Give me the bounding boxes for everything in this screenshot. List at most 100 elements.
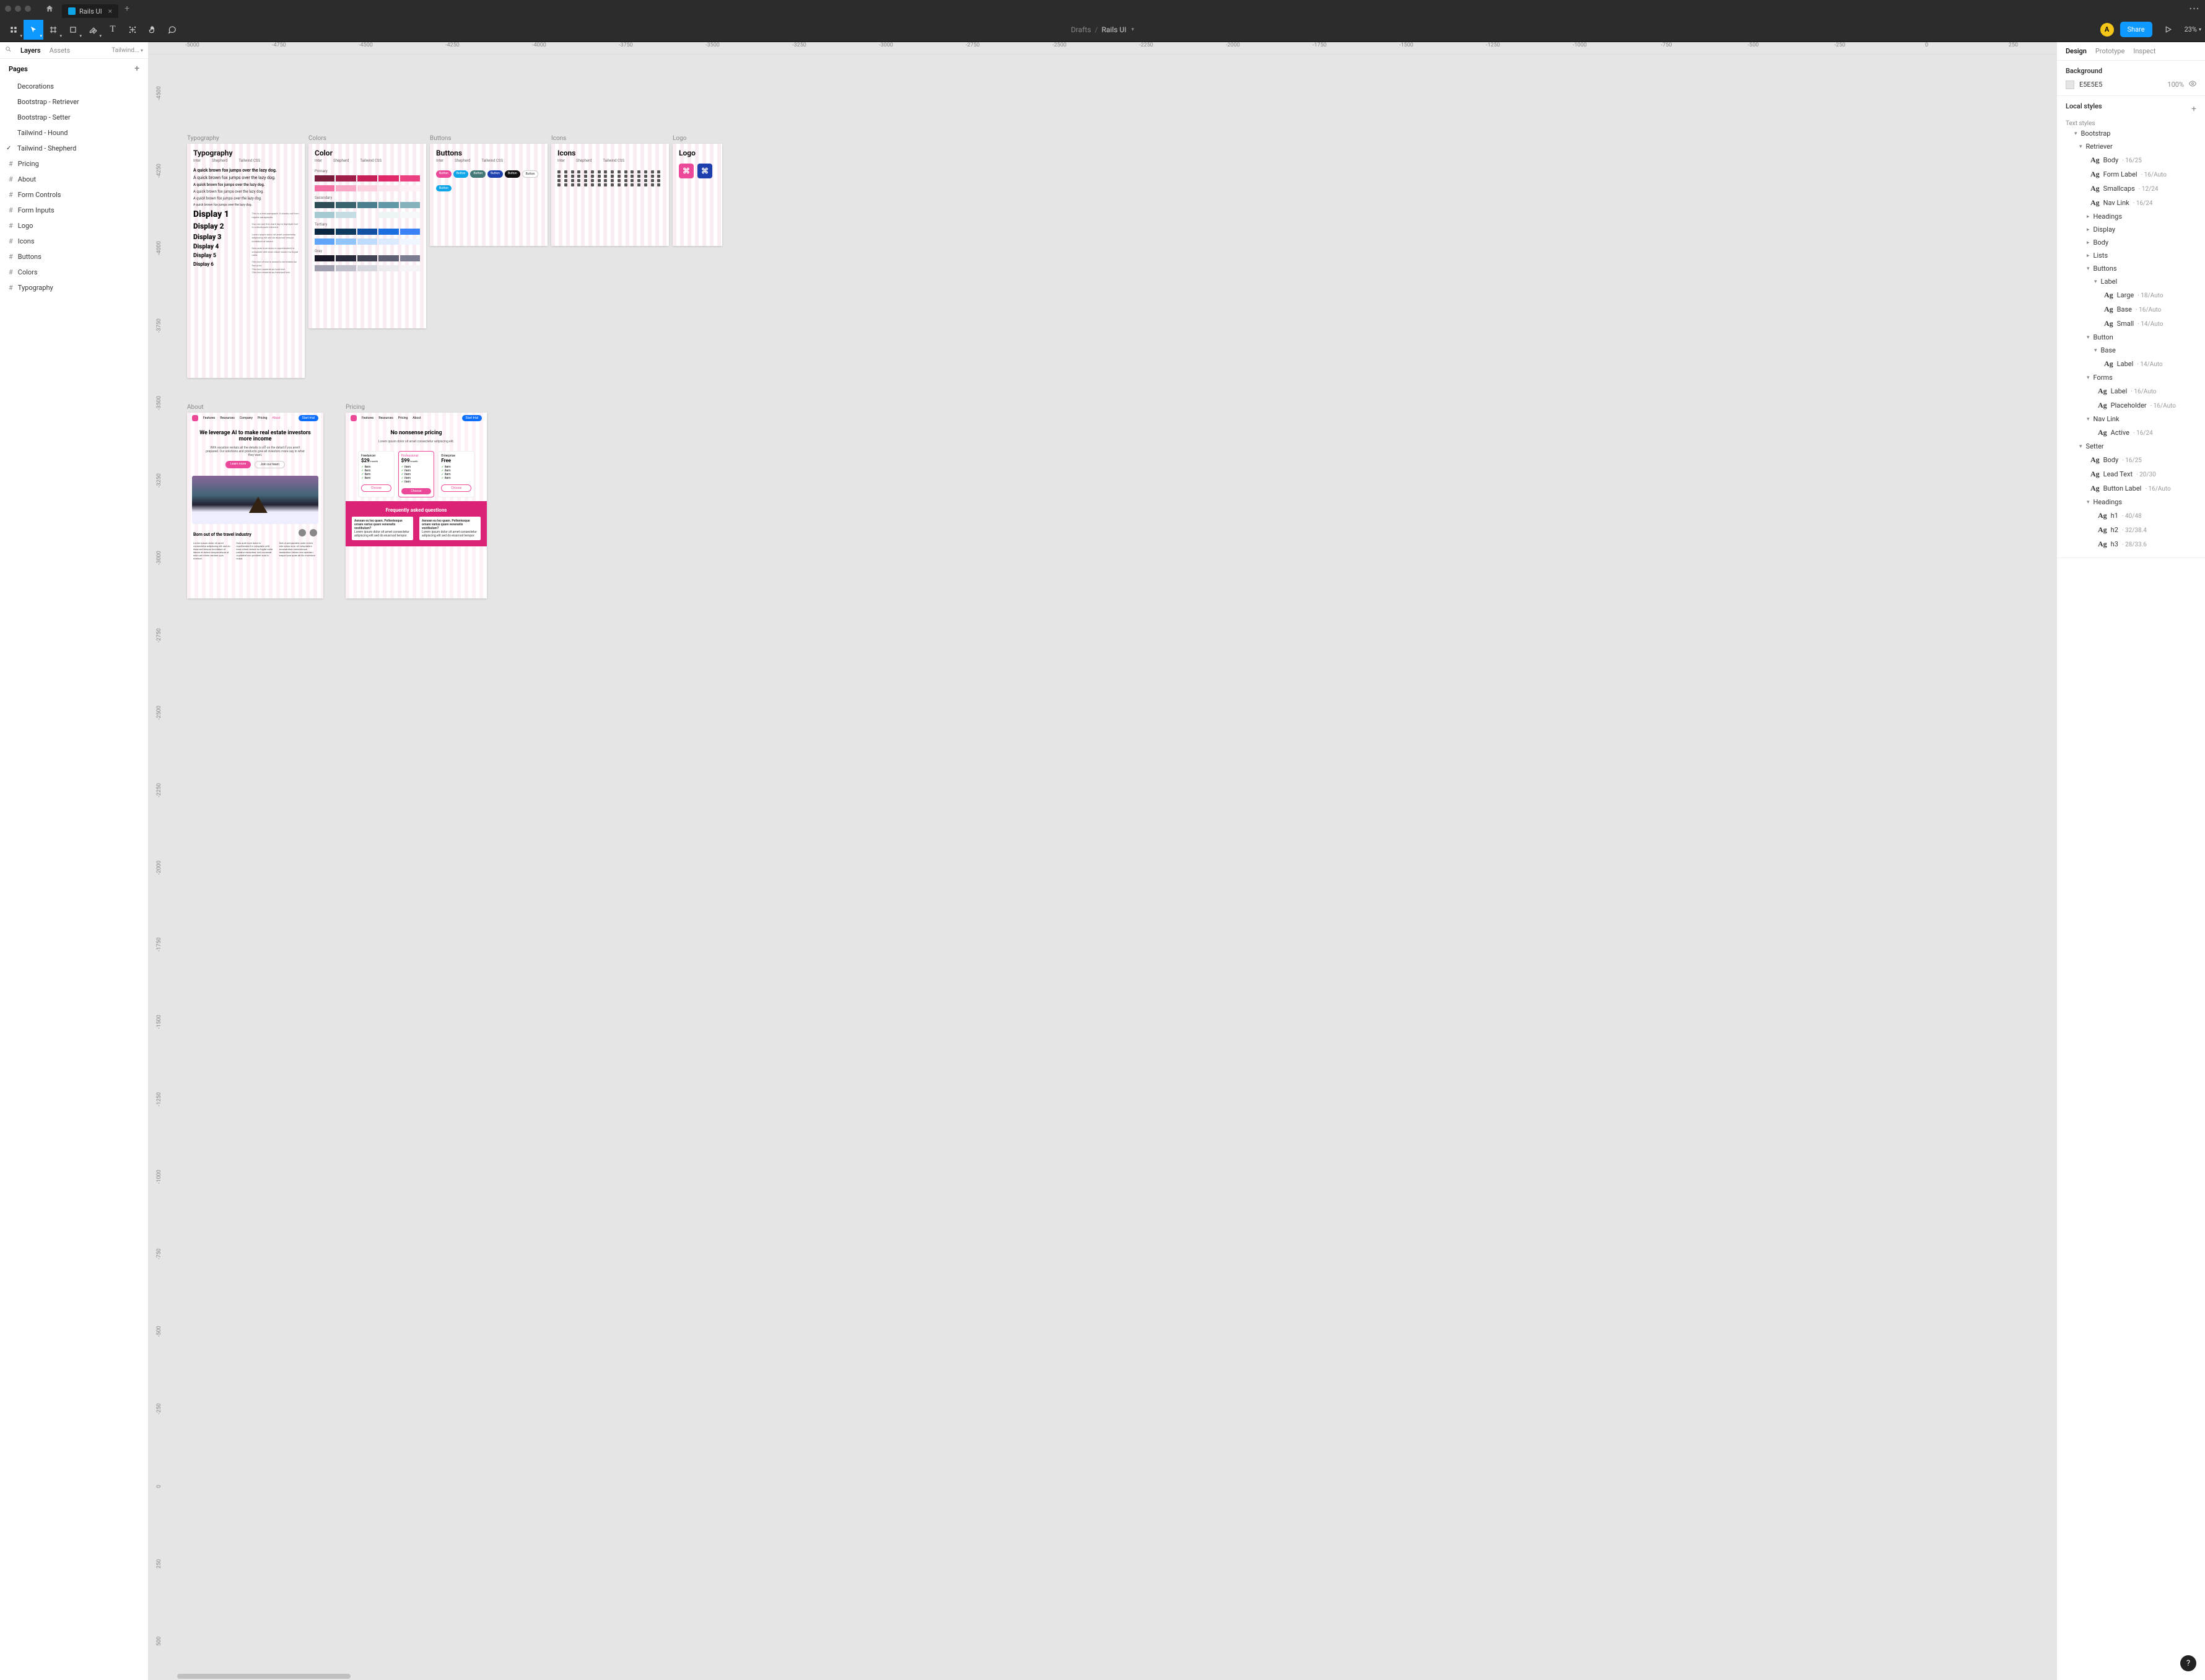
- canvas[interactable]: Typography Typography InterShepherdTailw…: [162, 55, 2056, 1680]
- titlebar: Rails UI × + •••: [0, 0, 2205, 17]
- toolbar: ▾ ▾ ▾ ▾ ▾ T Drafts / Rails UI ▾ A Share …: [0, 17, 2205, 42]
- color-opacity[interactable]: 100%: [2167, 81, 2184, 89]
- right-panel: Design Prototype Inspect Background E5E5…: [2056, 42, 2205, 1680]
- artboard-logo[interactable]: Logo ⌘ ⌘: [673, 144, 722, 246]
- shape-tool[interactable]: ▾: [63, 20, 83, 40]
- style-group[interactable]: ▸Display: [2066, 223, 2196, 236]
- text-style[interactable]: AgSmall· 14/Auto: [2066, 317, 2196, 331]
- page-item[interactable]: Bootstrap - Setter: [0, 110, 148, 125]
- text-style[interactable]: Agh3· 28/33.6: [2066, 537, 2196, 551]
- style-group[interactable]: ▸Body: [2066, 236, 2196, 249]
- more-menu[interactable]: •••: [2190, 5, 2200, 13]
- artboard-colors[interactable]: Color InterShepherdTailwind CSS Primary …: [308, 144, 426, 328]
- style-group[interactable]: ▾Nav Link: [2066, 413, 2196, 426]
- style-group[interactable]: ▾Button: [2066, 331, 2196, 344]
- file-tab[interactable]: Rails UI ×: [62, 4, 118, 18]
- help-button[interactable]: ?: [2180, 1655, 2196, 1671]
- page-item[interactable]: ✓Tailwind - Shepherd: [0, 141, 148, 156]
- close-icon[interactable]: ×: [108, 7, 112, 15]
- breadcrumb[interactable]: Drafts / Rails UI ▾: [1071, 25, 1134, 34]
- text-style[interactable]: AgBody· 16/25: [2066, 453, 2196, 467]
- chevron-down-icon: ▾: [1131, 27, 1134, 33]
- zoom-control[interactable]: 23%▾: [2185, 25, 2201, 33]
- share-button[interactable]: Share: [2120, 22, 2152, 37]
- page-item[interactable]: Tailwind - Hound: [0, 125, 148, 141]
- canvas-area[interactable]: -5000-4750-4500-4250-4000-3750-3500-3250…: [149, 42, 2056, 1680]
- tab-design[interactable]: Design: [2066, 47, 2087, 55]
- text-style[interactable]: AgActive· 16/24: [2066, 426, 2196, 440]
- left-panel: Layers Assets Tailwind... ▾ Pages + Deco…: [0, 42, 149, 1680]
- text-tool[interactable]: T: [103, 20, 123, 40]
- text-style[interactable]: AgPlaceholder· 16/Auto: [2066, 398, 2196, 413]
- style-group[interactable]: ▾Headings: [2066, 496, 2196, 509]
- style-group[interactable]: ▾Label: [2066, 275, 2196, 288]
- text-style[interactable]: AgForm Label· 16/Auto: [2066, 167, 2196, 182]
- pen-tool[interactable]: ▾: [83, 20, 103, 40]
- text-style[interactable]: AgLabel· 16/Auto: [2066, 384, 2196, 398]
- text-style[interactable]: AgSmallcaps· 12/24: [2066, 182, 2196, 196]
- layer-item[interactable]: #Colors: [0, 265, 148, 280]
- window-controls[interactable]: [5, 6, 31, 12]
- icons-grid: [551, 167, 669, 190]
- main-menu[interactable]: ▾: [4, 20, 24, 40]
- text-style[interactable]: AgButton Label· 16/Auto: [2066, 481, 2196, 496]
- layer-item[interactable]: #Pricing: [0, 156, 148, 172]
- add-style-button[interactable]: +: [2191, 104, 2196, 114]
- avatar[interactable]: A: [2100, 23, 2114, 37]
- color-hex[interactable]: E5E5E5: [2079, 81, 2162, 89]
- text-style[interactable]: AgLabel· 14/Auto: [2066, 357, 2196, 371]
- frame-label[interactable]: Typography: [187, 135, 219, 142]
- new-tab-button[interactable]: +: [124, 4, 129, 14]
- style-group[interactable]: ▾Bootstrap: [2066, 127, 2196, 140]
- search-icon[interactable]: [5, 46, 12, 55]
- page-item[interactable]: Decorations: [0, 79, 148, 94]
- style-group[interactable]: ▾Forms: [2066, 371, 2196, 384]
- tab-layers[interactable]: Layers: [20, 46, 41, 55]
- artboard-icons[interactable]: Icons InterShepherdTailwind CSS: [551, 144, 669, 246]
- visibility-icon[interactable]: [2189, 80, 2196, 89]
- style-group[interactable]: ▾Setter: [2066, 440, 2196, 453]
- comment-tool[interactable]: [162, 20, 182, 40]
- text-style[interactable]: AgBody· 16/25: [2066, 153, 2196, 167]
- artboard-typography[interactable]: Typography InterShepherdTailwind CSS A q…: [187, 144, 305, 378]
- artboard-buttons[interactable]: Buttons InterShepherdTailwind CSS Button…: [430, 144, 548, 246]
- text-style[interactable]: AgLarge· 18/Auto: [2066, 288, 2196, 302]
- tab-inspect[interactable]: Inspect: [2133, 47, 2155, 55]
- tab-prototype[interactable]: Prototype: [2095, 47, 2124, 55]
- style-group[interactable]: ▾Buttons: [2066, 262, 2196, 275]
- home-tab[interactable]: [41, 2, 58, 15]
- style-group[interactable]: ▾Retriever: [2066, 140, 2196, 153]
- horizontal-scrollbar[interactable]: [177, 1674, 351, 1679]
- resources-tool[interactable]: [123, 20, 142, 40]
- add-page-button[interactable]: +: [134, 64, 139, 74]
- move-tool[interactable]: ▾: [24, 20, 43, 40]
- tab-assets[interactable]: Assets: [50, 46, 71, 55]
- right-panel-tabs: Design Prototype Inspect: [2057, 42, 2205, 61]
- page-selector[interactable]: Tailwind... ▾: [111, 47, 143, 54]
- page-item[interactable]: Bootstrap - Retriever: [0, 94, 148, 110]
- style-group[interactable]: ▾Base: [2066, 344, 2196, 357]
- layer-item[interactable]: #Form Inputs: [0, 203, 148, 218]
- text-style[interactable]: Agh1· 40/48: [2066, 509, 2196, 523]
- left-panel-tabs: Layers Assets Tailwind... ▾: [0, 42, 148, 59]
- layer-item[interactable]: #Typography: [0, 280, 148, 295]
- text-style[interactable]: AgBase· 16/Auto: [2066, 302, 2196, 317]
- layer-item[interactable]: #Icons: [0, 234, 148, 249]
- horizontal-ruler: -5000-4750-4500-4250-4000-3750-3500-3250…: [149, 42, 2056, 55]
- layer-item[interactable]: #Form Controls: [0, 187, 148, 203]
- layer-item[interactable]: #About: [0, 172, 148, 187]
- color-swatch[interactable]: [2066, 81, 2074, 89]
- text-style[interactable]: AgLead Text· 20/30: [2066, 467, 2196, 481]
- style-group[interactable]: ▸Headings: [2066, 210, 2196, 223]
- artboard-about[interactable]: FeaturesResourcesCompanyPricingAbout Sta…: [187, 413, 323, 598]
- style-group[interactable]: ▸Lists: [2066, 249, 2196, 262]
- artboard-pricing[interactable]: FeaturesResourcesPricingAbout Start tria…: [346, 413, 487, 598]
- layer-item[interactable]: #Buttons: [0, 249, 148, 265]
- present-button[interactable]: [2159, 20, 2178, 40]
- background-section: Background E5E5E5 100%: [2057, 61, 2205, 96]
- text-style[interactable]: Agh2· 32/38.4: [2066, 523, 2196, 537]
- frame-tool[interactable]: ▾: [43, 20, 63, 40]
- text-style[interactable]: AgNav Link· 16/24: [2066, 196, 2196, 210]
- hand-tool[interactable]: [142, 20, 162, 40]
- layer-item[interactable]: #Logo: [0, 218, 148, 234]
